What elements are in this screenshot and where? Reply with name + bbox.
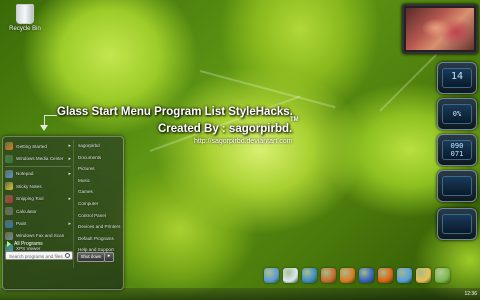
network-meter-gadget[interactable]: 090 071 <box>437 134 477 166</box>
program-item[interactable]: Windows Media Center ▸ <box>5 152 71 164</box>
gadget-value: 14 <box>450 71 464 82</box>
right-item[interactable]: Computer <box>74 198 122 210</box>
start-menu: Getting Started ▸ Windows Media Center ▸ N… <box>2 136 124 290</box>
slideshow-image <box>406 8 474 50</box>
media-gadget[interactable] <box>437 208 477 240</box>
taskbar-clock[interactable]: 12:36 <box>464 291 477 297</box>
program-icon <box>5 169 13 178</box>
search-input[interactable]: Search programs and files <box>5 251 73 260</box>
shutdown-button[interactable]: Shut down <box>77 252 105 262</box>
right-item[interactable]: Music <box>74 175 122 187</box>
gadget-value-top: 090 <box>450 142 464 150</box>
program-label: Windows Media Center <box>16 156 64 162</box>
trademark: TM <box>290 117 299 123</box>
folder-icon[interactable] <box>416 268 431 283</box>
right-item[interactable]: Devices and Printers <box>74 221 122 233</box>
gadget-display <box>442 214 472 234</box>
computer-icon[interactable] <box>264 268 279 283</box>
program-item[interactable]: Paint ▸ <box>5 217 71 229</box>
program-item[interactable]: Snipping Tool ▸ <box>5 193 71 205</box>
author-url: http://sagorpirbd.deviantart.com <box>194 138 293 145</box>
program-icon <box>5 231 13 240</box>
recycle-bin[interactable]: Recycle Bin <box>6 4 44 32</box>
program-icon <box>5 182 13 191</box>
cpu-meter-gadget[interactable]: 0% <box>437 98 477 130</box>
program-label: Windows Fax and Scan <box>16 233 65 239</box>
overlay-title: Glass Start Menu Program List StyleHacks… <box>57 106 293 118</box>
program-label: Getting Started <box>16 143 47 149</box>
chevron-right-icon: ▸ <box>68 143 71 150</box>
overlay-author: Created By : sagorpirbd. <box>158 123 293 135</box>
photos-icon[interactable] <box>321 268 336 283</box>
pointer-arrowhead <box>40 125 48 131</box>
gadget-value: 0% <box>452 110 462 118</box>
slideshow-gadget[interactable] <box>402 4 478 54</box>
weather-gadget[interactable] <box>437 170 477 202</box>
program-icon <box>5 207 13 216</box>
recycle-bin-label: Recycle Bin <box>9 26 41 32</box>
program-icon <box>5 154 13 163</box>
program-icon <box>5 194 13 203</box>
shutdown-options-button[interactable]: ▸ <box>104 252 114 262</box>
media-player-icon[interactable] <box>302 268 317 283</box>
clock-gadget[interactable]: 14 <box>437 62 477 94</box>
program-icon <box>5 142 13 151</box>
quick-launch-bar <box>262 268 480 286</box>
program-item[interactable]: Notepad ▸ <box>5 168 71 180</box>
start-menu-right-pane: sagorpirbd Documents Pictures Music Game… <box>73 140 122 268</box>
right-item[interactable]: Pictures <box>74 163 122 175</box>
firefox-icon[interactable] <box>340 268 355 283</box>
program-label: Sticky Notes <box>16 183 42 189</box>
program-label: Calculator <box>16 208 37 214</box>
recycle-bin-icon <box>16 4 34 24</box>
program-item[interactable]: Sticky Notes <box>5 180 71 192</box>
program-item[interactable]: Getting Started ▸ <box>5 140 71 152</box>
messenger-icon[interactable] <box>359 268 374 283</box>
right-item[interactable]: Default Programs <box>74 233 122 245</box>
chevron-right-icon: ▸ <box>68 155 71 162</box>
planet-icon[interactable] <box>378 268 393 283</box>
chevron-right-icon: ▸ <box>68 195 71 202</box>
program-label: Snipping Tool <box>16 196 44 202</box>
arrow-right-icon <box>7 241 11 247</box>
program-list: Getting Started ▸ Windows Media Center ▸ N… <box>5 140 71 266</box>
recycle-icon[interactable] <box>435 268 450 283</box>
all-programs-button[interactable]: All Programs <box>7 241 43 247</box>
program-label: Notepad <box>16 171 34 177</box>
all-programs-label: All Programs <box>14 241 43 247</box>
right-item[interactable]: Games <box>74 186 122 198</box>
search-placeholder: Search programs and files <box>9 254 63 259</box>
right-item[interactable]: sagorpirbd <box>74 140 122 152</box>
right-item[interactable]: Documents <box>74 152 122 164</box>
program-label: Paint <box>16 221 27 227</box>
gadget-display <box>442 176 472 196</box>
chevron-right-icon: ▸ <box>68 170 71 177</box>
divider <box>5 165 71 167</box>
program-icon <box>5 219 13 228</box>
right-item[interactable]: Control Panel <box>74 210 122 222</box>
gadget-value-bottom: 071 <box>450 150 464 158</box>
notepad-icon[interactable] <box>283 268 298 283</box>
search-icon <box>65 253 70 258</box>
globe-icon[interactable] <box>397 268 412 283</box>
chevron-right-icon: ▸ <box>68 220 71 227</box>
program-item[interactable]: Calculator <box>5 205 71 217</box>
